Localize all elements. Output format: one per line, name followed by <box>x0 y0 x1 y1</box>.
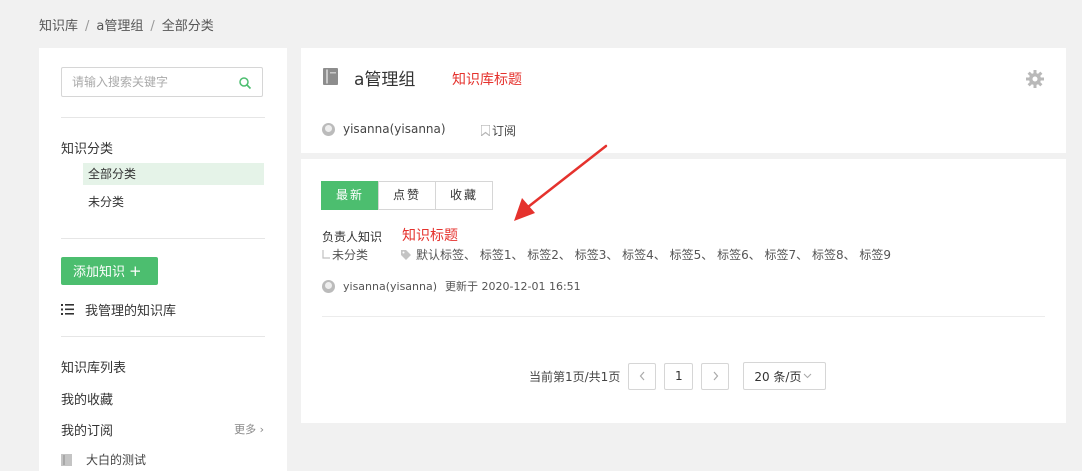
kb-header: a管理组 知识库标题 yisanna(yisanna) 订阅 <box>301 48 1066 153</box>
chevron-right-icon <box>713 371 719 381</box>
knowledge-title-annotation: 知识标题 <box>402 228 458 244</box>
divider <box>322 316 1045 317</box>
breadcrumb-separator: / <box>150 19 155 34</box>
subscribe-label: 订阅 <box>492 124 517 138</box>
category-all[interactable]: 全部分类 <box>83 163 264 185</box>
tab-favorites[interactable]: 收藏 <box>435 181 494 210</box>
owner-name: yisanna(yisanna) <box>343 122 446 136</box>
gear-icon[interactable] <box>1026 70 1044 88</box>
kb-title-annotation: 知识库标题 <box>452 72 522 88</box>
knowledge-list: 最新 点赞 收藏 负责人知识 知识标题 未分类 默认标签、 标签1、 标签2、 … <box>301 159 1066 423</box>
kb-owner: yisanna(yisanna) <box>322 122 446 136</box>
breadcrumb: 知识库 / a管理组 / 全部分类 <box>39 15 214 34</box>
chevron-left-icon <box>639 371 645 381</box>
breadcrumb-kb[interactable]: 知识库 <box>39 19 78 34</box>
managed-kb-label: 我管理的知识库 <box>85 304 177 319</box>
tab-latest[interactable]: 最新 <box>321 181 380 210</box>
avatar <box>322 279 335 293</box>
tab-likes[interactable]: 点赞 <box>378 181 437 210</box>
search-input[interactable] <box>62 68 247 96</box>
category-uncategorized[interactable]: 未分类 <box>83 191 264 213</box>
category-heading: 知识分类 <box>61 142 114 157</box>
managed-kb-link[interactable]: 我管理的知识库 <box>61 300 176 319</box>
knowledge-author: yisanna(yisanna) <box>343 279 438 293</box>
prev-page-button[interactable] <box>628 362 657 390</box>
plus-icon: + <box>129 262 142 280</box>
sort-tabs: 最新 点赞 收藏 <box>321 181 494 210</box>
avatar <box>322 122 335 136</box>
subscribe-button[interactable]: 订阅 <box>481 122 516 139</box>
page-number-button[interactable]: 1 <box>664 362 694 390</box>
my-subscriptions-link[interactable]: 我的订阅 <box>61 420 113 439</box>
subscribed-kb-item[interactable]: 大白的测试 <box>61 451 146 468</box>
page-size-select[interactable]: 20 条/页 <box>743 362 827 390</box>
my-favorites-link[interactable]: 我的收藏 <box>61 389 113 408</box>
knowledge-updated: 更新于 2020-12-01 16:51 <box>445 280 581 293</box>
knowledge-author-row: yisanna(yisanna) 更新于 2020-12-01 16:51 <box>322 278 581 294</box>
knowledge-tags: 默认标签、 标签1、 标签2、 标签3、 标签4、 标签5、 标签6、 标签7、… <box>416 248 892 262</box>
more-link[interactable]: 更多 › <box>234 421 264 437</box>
divider <box>61 117 265 118</box>
page-summary: 当前第1页/共1页 <box>529 369 621 384</box>
divider <box>61 238 265 239</box>
breadcrumb-current: 全部分类 <box>161 19 214 34</box>
subscribed-kb-label: 大白的测试 <box>86 453 147 467</box>
tag-icon <box>401 249 412 260</box>
category-icon <box>322 250 330 259</box>
chevron-down-icon <box>804 373 812 379</box>
breadcrumb-group[interactable]: a管理组 <box>96 19 143 34</box>
book-icon <box>61 453 72 466</box>
next-page-button[interactable] <box>701 362 730 390</box>
kb-title: a管理组 <box>354 70 416 90</box>
add-knowledge-label: 添加知识 <box>73 265 126 280</box>
divider <box>61 336 265 337</box>
list-icon <box>61 304 74 315</box>
pagination: 当前第1页/共1页 1 20 条/页 <box>529 362 827 390</box>
knowledge-title[interactable]: 负责人知识 <box>322 228 382 245</box>
kb-list-link[interactable]: 知识库列表 <box>61 357 126 376</box>
page-size-label: 20 条/页 <box>754 369 802 384</box>
knowledge-category: 未分类 <box>332 248 369 262</box>
search-box <box>61 67 263 97</box>
search-icon[interactable] <box>238 76 252 90</box>
knowledge-meta: 未分类 默认标签、 标签1、 标签2、 标签3、 标签4、 标签5、 标签6、 … <box>322 246 891 263</box>
add-knowledge-button[interactable]: 添加知识 + <box>61 257 158 285</box>
breadcrumb-separator: / <box>85 19 90 34</box>
sidebar: 知识分类 全部分类 未分类 添加知识+ 我管理的知识库 知识库列表 我的收藏 我… <box>39 48 287 471</box>
subscribe-icon <box>481 125 490 136</box>
book-icon <box>323 68 338 85</box>
